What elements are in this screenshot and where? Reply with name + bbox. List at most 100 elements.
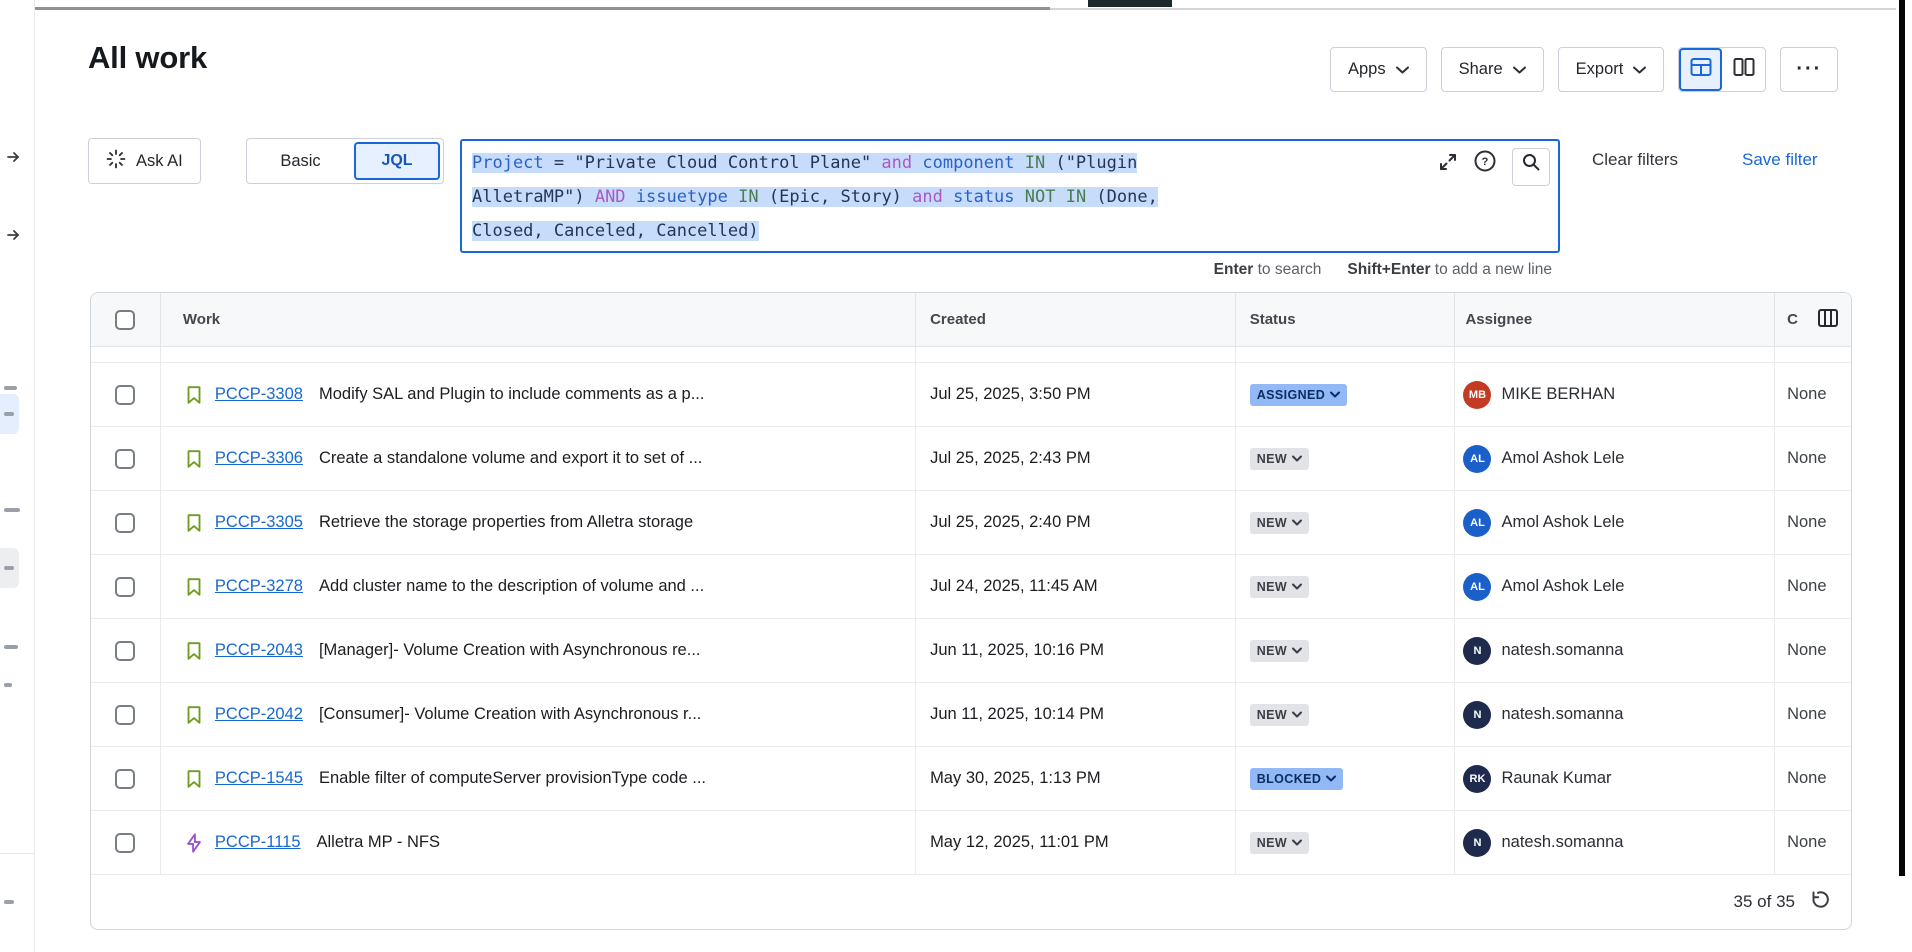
created-cell: May 30, 2025, 1:13 PM xyxy=(916,747,1236,810)
status-badge[interactable]: NEW xyxy=(1250,704,1309,726)
assignee-cell[interactable]: ALAmol Ashok Lele xyxy=(1455,491,1775,554)
jql-query-input[interactable]: Project = "Private Cloud Control Plane" … xyxy=(460,139,1560,253)
jql-token: "Private Cloud Control Plane" xyxy=(574,153,871,173)
extra-field-cell: None xyxy=(1775,811,1851,874)
more-actions-button[interactable]: ··· xyxy=(1780,47,1838,92)
refresh-button[interactable] xyxy=(1807,889,1829,916)
clear-filters-button[interactable]: Clear filters xyxy=(1592,150,1678,170)
row-checkbox[interactable] xyxy=(91,683,161,746)
assignee-cell[interactable]: ALAmol Ashok Lele xyxy=(1455,555,1775,618)
issue-key-link[interactable]: PCCP-1115 xyxy=(215,833,301,852)
table-row[interactable]: PCCP-1545 Enable filter of computeServer… xyxy=(91,747,1851,811)
apps-button[interactable]: Apps xyxy=(1330,47,1427,92)
apps-label: Apps xyxy=(1348,60,1386,79)
column-header-truncated[interactable]: C xyxy=(1775,293,1851,346)
issue-key-link[interactable]: PCCP-3306 xyxy=(215,449,303,468)
row-checkbox[interactable] xyxy=(91,363,161,426)
assignee-cell[interactable]: MBMIKE BERHAN xyxy=(1455,363,1775,426)
issue-key-link[interactable]: PCCP-2042 xyxy=(215,705,303,724)
status-badge[interactable]: NEW xyxy=(1250,640,1309,662)
row-checkbox[interactable] xyxy=(91,619,161,682)
status-badge[interactable]: NEW xyxy=(1250,576,1309,598)
issue-key-link[interactable]: PCCP-3308 xyxy=(215,385,303,404)
issue-summary[interactable]: [Consumer]- Volume Creation with Asynchr… xyxy=(319,705,701,724)
status-badge[interactable]: BLOCKED xyxy=(1250,768,1344,790)
split-view-button[interactable] xyxy=(1722,48,1765,91)
issue-key-link[interactable]: PCCP-3305 xyxy=(215,513,303,532)
jql-token: ("Plugin xyxy=(1055,153,1137,173)
jql-token: component xyxy=(922,153,1014,173)
help-icon[interactable]: ? xyxy=(1474,150,1496,184)
search-icon xyxy=(1521,150,1541,184)
mode-basic-button[interactable]: Basic xyxy=(247,152,354,171)
table-row[interactable]: PCCP-2043 [Manager]- Volume Creation wit… xyxy=(91,619,1851,683)
table-row[interactable]: PCCP-1115 Alletra MP - NFS May 12, 2025,… xyxy=(91,811,1851,875)
mode-jql-button[interactable]: JQL xyxy=(354,142,440,180)
expand-icon[interactable] xyxy=(1438,150,1458,184)
issue-key-link[interactable]: PCCP-2043 xyxy=(215,641,303,660)
table-row[interactable]: PCCP-3306 Create a standalone volume and… xyxy=(91,427,1851,491)
column-header-status[interactable]: Status xyxy=(1236,293,1456,346)
status-badge[interactable]: NEW xyxy=(1250,448,1309,470)
assignee-cell[interactable]: Nnatesh.somanna xyxy=(1455,619,1775,682)
row-checkbox[interactable] xyxy=(91,747,161,810)
sidebar-item-fragment xyxy=(4,645,18,649)
work-items-table: Work Created Status Assignee C PCCP-3308… xyxy=(90,292,1852,930)
ai-sparkle-icon xyxy=(106,149,126,174)
sidebar-item-fragment xyxy=(4,900,14,904)
issue-summary[interactable]: Alletra MP - NFS xyxy=(317,833,440,852)
select-all-checkbox[interactable] xyxy=(91,293,161,346)
save-filter-button[interactable]: Save filter xyxy=(1742,150,1818,170)
table-row[interactable]: PCCP-2042 [Consumer]- Volume Creation wi… xyxy=(91,683,1851,747)
ellipsis-icon: ··· xyxy=(1796,58,1822,81)
assignee-cell[interactable]: ALAmol Ashok Lele xyxy=(1455,427,1775,490)
issue-summary[interactable]: Add cluster name to the description of v… xyxy=(319,577,704,596)
sidebar-item-fragment xyxy=(4,566,14,570)
table-row[interactable]: PCCP-3308 Modify SAL and Plugin to inclu… xyxy=(91,363,1851,427)
window-right-edge xyxy=(1899,0,1905,876)
assignee-cell[interactable]: Nnatesh.somanna xyxy=(1455,683,1775,746)
search-button[interactable] xyxy=(1512,148,1550,186)
column-header-work[interactable]: Work xyxy=(161,293,916,346)
issue-key-link[interactable]: PCCP-1545 xyxy=(215,769,303,788)
assignee-cell[interactable]: Nnatesh.somanna xyxy=(1455,811,1775,874)
story-icon xyxy=(183,448,205,470)
created-cell: Jun 11, 2025, 10:14 PM xyxy=(916,683,1236,746)
arrow-right-icon[interactable] xyxy=(7,150,20,168)
assignee-cell[interactable]: RKRaunak Kumar xyxy=(1455,747,1775,810)
row-checkbox[interactable] xyxy=(91,491,161,554)
extra-field-cell: None xyxy=(1775,491,1851,554)
enter-hint: Enter to search xyxy=(1214,261,1322,278)
configure-columns-button[interactable] xyxy=(1813,305,1843,335)
extra-field-cell: None xyxy=(1775,683,1851,746)
export-button[interactable]: Export xyxy=(1558,47,1665,92)
avatar: AL xyxy=(1463,573,1491,601)
story-icon xyxy=(183,704,205,726)
issue-summary[interactable]: Enable filter of computeServer provision… xyxy=(319,769,706,788)
status-badge[interactable]: NEW xyxy=(1250,832,1309,854)
share-button[interactable]: Share xyxy=(1441,47,1544,92)
issue-key-link[interactable]: PCCP-3278 xyxy=(215,577,303,596)
issue-summary[interactable]: Create a standalone volume and export it… xyxy=(319,449,702,468)
jql-token: and xyxy=(871,153,922,173)
issue-summary[interactable]: Retrieve the storage properties from All… xyxy=(319,513,693,532)
issue-summary[interactable]: Modify SAL and Plugin to include comment… xyxy=(319,385,705,404)
column-header-created[interactable]: Created xyxy=(916,293,1236,346)
status-badge[interactable]: NEW xyxy=(1250,512,1309,534)
window-top-edge xyxy=(35,7,1050,10)
row-checkbox[interactable] xyxy=(91,427,161,490)
arrow-right-icon[interactable] xyxy=(7,228,20,246)
table-row[interactable]: PCCP-3278 Add cluster name to the descri… xyxy=(91,555,1851,619)
table-view-button[interactable] xyxy=(1679,48,1722,91)
ask-ai-button[interactable]: Ask AI xyxy=(88,138,201,184)
jql-token: AND xyxy=(595,187,636,207)
row-checkbox[interactable] xyxy=(91,555,161,618)
chevron-down-icon xyxy=(1633,60,1646,79)
row-checkbox[interactable] xyxy=(91,811,161,874)
table-row[interactable]: PCCP-3305 Retrieve the storage propertie… xyxy=(91,491,1851,555)
ask-ai-label: Ask AI xyxy=(136,152,183,171)
status-badge[interactable]: ASSIGNED xyxy=(1250,384,1348,406)
search-mode-toggle: Basic JQL xyxy=(246,138,444,184)
column-header-assignee[interactable]: Assignee xyxy=(1455,293,1775,346)
issue-summary[interactable]: [Manager]- Volume Creation with Asynchro… xyxy=(319,641,701,660)
